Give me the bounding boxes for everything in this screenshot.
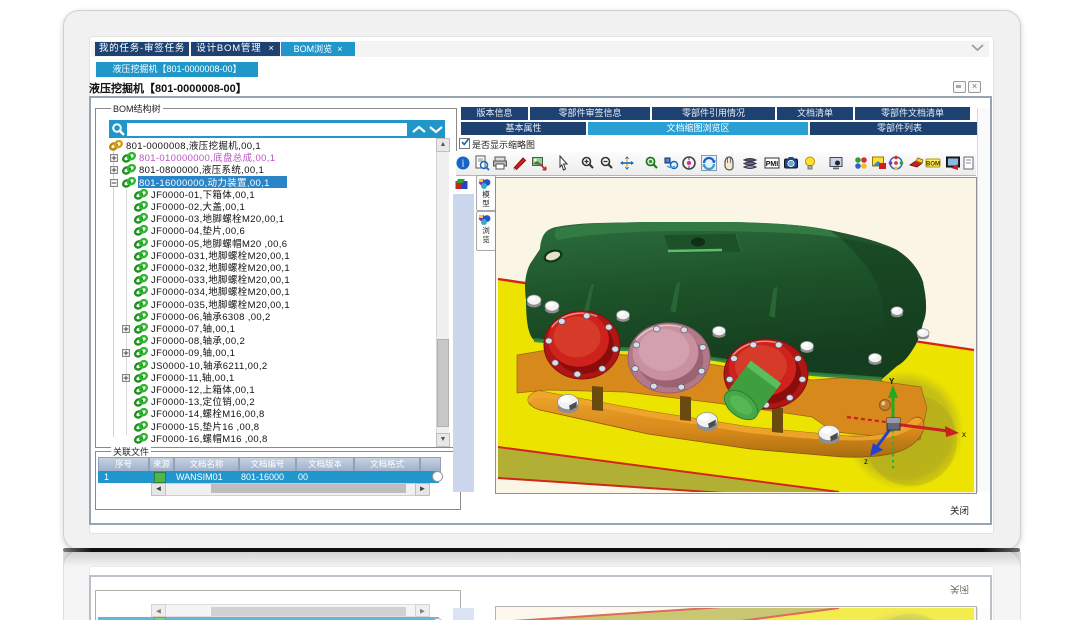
svg-text:z: z bbox=[864, 457, 868, 466]
svg-text:Y: Y bbox=[889, 377, 895, 386]
svg-text:BOM: BOM bbox=[926, 162, 940, 168]
svg-text:i: i bbox=[462, 159, 465, 170]
svg-text:x: x bbox=[962, 430, 966, 439]
svg-text:PMI: PMI bbox=[766, 161, 779, 168]
